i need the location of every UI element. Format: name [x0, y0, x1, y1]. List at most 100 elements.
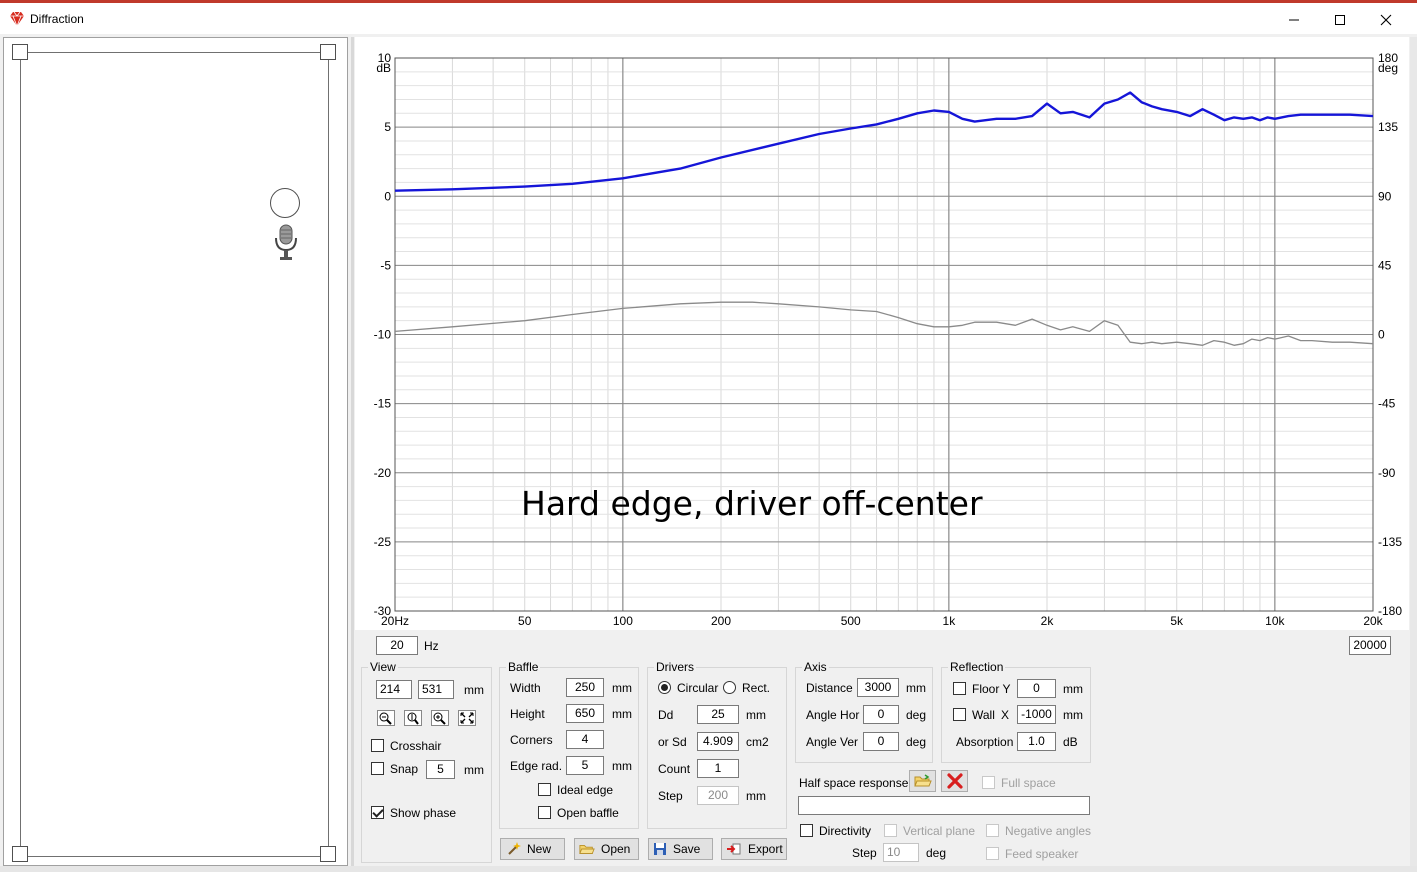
rect-radio[interactable] [723, 681, 736, 694]
wall-label: Wall [972, 708, 995, 722]
angle-hor-label: Angle Hor [806, 708, 860, 722]
resize-handle-bottom-right[interactable] [320, 846, 336, 862]
circular-label: Circular [677, 681, 719, 695]
resize-handle-bottom-left[interactable] [12, 846, 28, 862]
resize-handle-top-right[interactable] [320, 44, 336, 60]
baffle-view-canvas[interactable] [3, 37, 348, 866]
sd-input[interactable]: 4.909 [697, 732, 739, 751]
show-phase-checkbox[interactable] [371, 806, 384, 819]
distance-label: Distance [806, 681, 853, 695]
y-right-tick-label: 90 [1378, 189, 1392, 203]
open-baffle-label: Open baffle [557, 806, 619, 820]
angle-ver-input[interactable]: 0 [863, 732, 899, 751]
microphone-icon[interactable] [272, 224, 300, 262]
drivers-group-title: Drivers [654, 660, 696, 674]
export-button[interactable]: Export [721, 838, 787, 860]
new-button[interactable]: New [500, 838, 565, 860]
zoom-height-icon [407, 712, 419, 725]
x-tick-label: 100 [613, 614, 633, 628]
snap-label: Snap [390, 762, 419, 776]
y-left-tick-label: 0 [384, 189, 391, 203]
count-label: Count [658, 762, 691, 776]
baffle-corners-input[interactable]: 4 [566, 730, 604, 749]
minimize-button[interactable] [1271, 6, 1317, 34]
window-title: Diffraction [30, 12, 84, 26]
zoom-height-button[interactable] [404, 710, 422, 726]
wall-checkbox[interactable] [953, 708, 966, 721]
baffle-width-unit: mm [612, 681, 632, 695]
baffle-corners-label: Corners [510, 733, 553, 747]
open-button[interactable]: Open [574, 838, 639, 860]
right-edge-strip [1410, 37, 1417, 866]
ideal-edge-checkbox[interactable] [538, 783, 551, 796]
angle-hor-input[interactable]: 0 [863, 705, 899, 724]
driver-circle[interactable] [270, 188, 300, 218]
close-button[interactable] [1363, 6, 1409, 34]
freq-max-input[interactable]: 20000 [1349, 636, 1391, 655]
y-right-tick-label: -45 [1378, 397, 1396, 411]
vertical-plane-checkbox[interactable] [884, 824, 897, 837]
dd-input[interactable]: 25 [697, 705, 739, 724]
open-folder-icon [913, 774, 932, 787]
open-baffle-checkbox[interactable] [538, 806, 551, 819]
x-tick-label: 2k [1041, 614, 1055, 628]
close-icon [1380, 14, 1392, 26]
absorption-unit: dB [1063, 735, 1078, 749]
directivity-label: Directivity [819, 824, 872, 838]
sd-label: or Sd [658, 735, 687, 749]
baffle-outline[interactable] [20, 52, 329, 857]
directivity-checkbox[interactable] [800, 824, 813, 837]
full-space-checkbox[interactable] [982, 776, 995, 789]
panel-splitter[interactable] [351, 37, 354, 866]
x-tick-label: 20Hz [381, 614, 409, 628]
half-space-label: Half space response [799, 776, 909, 790]
directivity-step-label: Step [852, 846, 877, 860]
clear-half-space-button[interactable] [941, 770, 968, 792]
feed-speaker-checkbox[interactable] [986, 847, 999, 860]
baffle-edge-input[interactable]: 5 [566, 756, 604, 775]
circular-radio[interactable] [658, 681, 671, 694]
y-right-unit-label: deg [1378, 61, 1398, 75]
snap-checkbox[interactable] [371, 762, 384, 775]
wall-input[interactable]: -1000 [1017, 705, 1056, 724]
count-input[interactable]: 1 [697, 759, 739, 778]
view-x-input[interactable]: 214 [376, 680, 412, 699]
floor-checkbox[interactable] [953, 682, 966, 695]
baffle-width-input[interactable]: 250 [566, 678, 604, 697]
y-right-tick-label: 45 [1378, 258, 1392, 272]
negative-angles-checkbox[interactable] [986, 824, 999, 837]
floor-input[interactable]: 0 [1017, 679, 1056, 698]
view-y-input[interactable]: 531 [418, 680, 454, 699]
chart-annotation: Hard edge, driver off-center [521, 484, 983, 523]
zoom-in-button[interactable] [431, 710, 449, 726]
y-right-tick-label: -90 [1378, 466, 1396, 480]
baffle-width-label: Width [510, 681, 541, 695]
open-half-space-button[interactable] [909, 770, 936, 792]
export-arrow-icon [727, 843, 741, 855]
snap-input[interactable]: 5 [426, 760, 455, 779]
y-left-unit-label: dB [376, 61, 391, 75]
save-button[interactable]: Save [648, 838, 713, 860]
step-input[interactable]: 200 [697, 786, 739, 805]
fit-view-button[interactable] [458, 710, 476, 726]
resize-handle-top-left[interactable] [12, 44, 28, 60]
maximize-button[interactable] [1317, 6, 1363, 34]
zoom-out-button[interactable] [377, 710, 395, 726]
y-right-tick-label: 135 [1378, 120, 1398, 134]
freq-min-input[interactable]: 20 [376, 636, 418, 655]
axis-group-title: Axis [802, 660, 829, 674]
half-space-file-input[interactable] [798, 796, 1090, 815]
minimize-icon [1289, 19, 1299, 21]
directivity-step-input[interactable]: 10 [883, 843, 919, 862]
magic-wand-icon [508, 842, 521, 855]
reflection-group-title: Reflection [948, 660, 1006, 674]
y-right-tick-label: -135 [1378, 535, 1402, 549]
angle-ver-label: Angle Ver [806, 735, 859, 749]
step-unit: mm [746, 789, 766, 803]
distance-input[interactable]: 3000 [857, 678, 899, 697]
absorption-input[interactable]: 1.0 [1017, 732, 1056, 751]
baffle-edge-unit: mm [612, 759, 632, 773]
export-button-label: Export [748, 842, 783, 856]
baffle-height-input[interactable]: 650 [566, 704, 604, 723]
crosshair-checkbox[interactable] [371, 739, 384, 752]
